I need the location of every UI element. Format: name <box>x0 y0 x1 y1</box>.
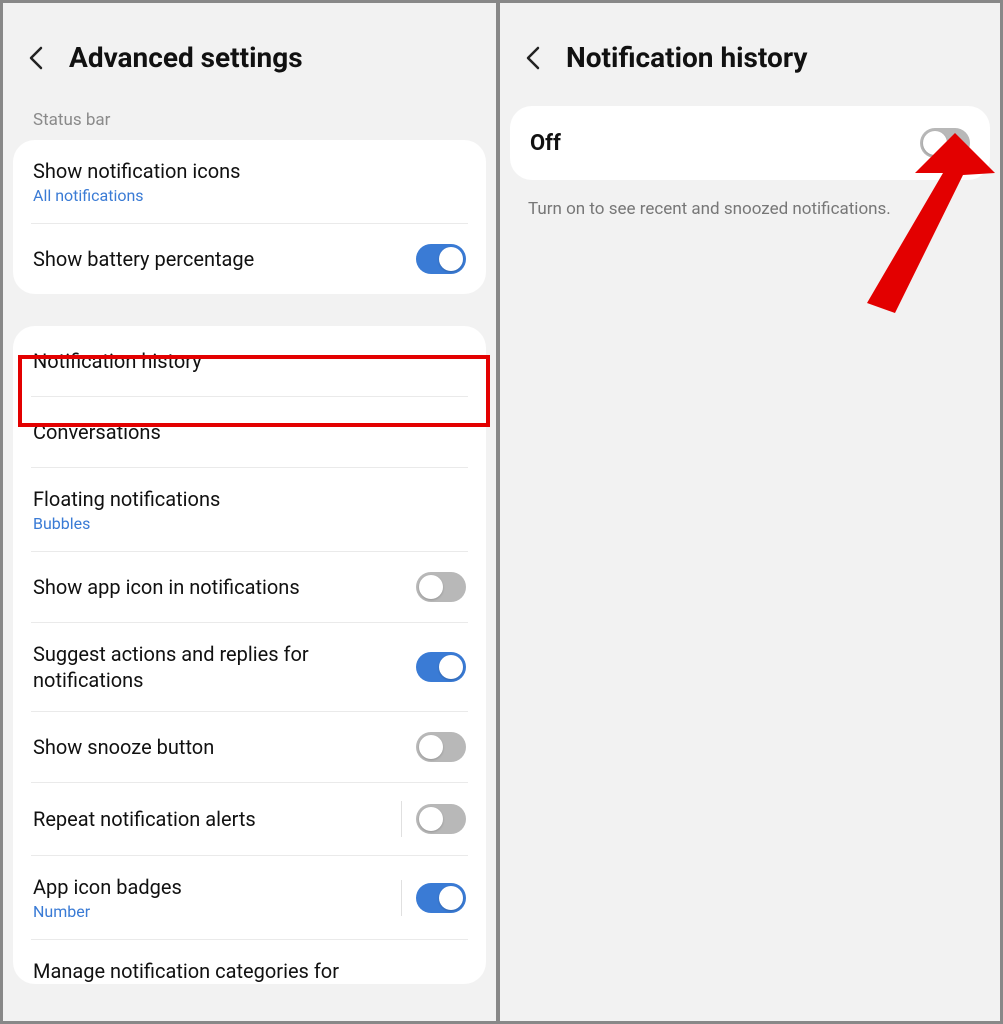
show-notification-icons-row[interactable]: Show notification icons All notification… <box>13 140 486 223</box>
repeat-alerts-toggle[interactable] <box>416 804 466 834</box>
row-title: App icon badges <box>33 874 401 900</box>
toggle-knob <box>923 131 947 155</box>
row-title: Repeat notification alerts <box>33 806 401 832</box>
chevron-left-icon <box>524 46 544 70</box>
notification-history-row[interactable]: Notification history <box>13 326 486 396</box>
row-title: Show snooze button <box>33 734 416 760</box>
suggest-actions-toggle[interactable] <box>416 652 466 682</box>
row-title: Show battery percentage <box>33 246 416 272</box>
toggle-knob <box>419 575 443 599</box>
show-snooze-row[interactable]: Show snooze button <box>13 712 486 782</box>
row-title: Notification history <box>33 348 466 374</box>
back-button[interactable] <box>520 44 548 72</box>
suggest-actions-row[interactable]: Suggest actions and replies for notifica… <box>13 623 486 711</box>
show-snooze-toggle[interactable] <box>416 732 466 762</box>
row-title: Suggest actions and replies for notifica… <box>33 641 363 693</box>
row-subtitle: All notifications <box>33 186 466 205</box>
section-label-status-bar: Status bar <box>3 102 496 140</box>
toggle-knob <box>439 655 463 679</box>
chevron-left-icon <box>27 46 47 70</box>
toggle-state-label: Off <box>530 131 561 156</box>
show-app-icon-row[interactable]: Show app icon in notifications <box>13 552 486 622</box>
conversations-row[interactable]: Conversations <box>13 397 486 467</box>
back-button[interactable] <box>23 44 51 72</box>
battery-percentage-toggle[interactable] <box>416 244 466 274</box>
row-title: Manage notification categories for <box>33 958 466 984</box>
status-bar-group: Show notification icons All notification… <box>13 140 486 294</box>
row-title: Show app icon in notifications <box>33 574 416 600</box>
header: Advanced settings <box>3 3 496 102</box>
toggle-knob <box>419 807 443 831</box>
repeat-alerts-row[interactable]: Repeat notification alerts <box>13 783 486 855</box>
toggle-knob <box>419 735 443 759</box>
history-toggle-card: Off <box>510 106 990 180</box>
advanced-settings-screen: Advanced settings Status bar Show notifi… <box>0 0 498 1024</box>
page-title: Advanced settings <box>69 41 303 74</box>
toggle-knob <box>439 886 463 910</box>
toggle-knob <box>439 247 463 271</box>
toggle-separator <box>401 801 402 837</box>
toggle-separator <box>401 880 402 916</box>
description-text: Turn on to see recent and snoozed notifi… <box>500 180 1000 222</box>
show-battery-percentage-row[interactable]: Show battery percentage <box>13 224 486 294</box>
row-title: Conversations <box>33 419 466 445</box>
row-subtitle: Number <box>33 902 401 921</box>
app-icon-badges-row[interactable]: App icon badges Number <box>13 856 486 939</box>
manage-categories-row[interactable]: Manage notification categories for <box>13 940 486 984</box>
row-title: Floating notifications <box>33 486 466 512</box>
header: Notification history <box>500 3 1000 102</box>
row-title: Show notification icons <box>33 158 466 184</box>
app-icon-badges-toggle[interactable] <box>416 883 466 913</box>
floating-notifications-row[interactable]: Floating notifications Bubbles <box>13 468 486 551</box>
row-subtitle: Bubbles <box>33 514 466 533</box>
notifications-group: Notification history Conversations Float… <box>13 326 486 984</box>
page-title: Notification history <box>566 41 807 74</box>
notification-history-toggle[interactable] <box>920 128 970 158</box>
show-app-icon-toggle[interactable] <box>416 572 466 602</box>
notification-history-screen: Notification history Off Turn on to see … <box>498 0 1003 1024</box>
